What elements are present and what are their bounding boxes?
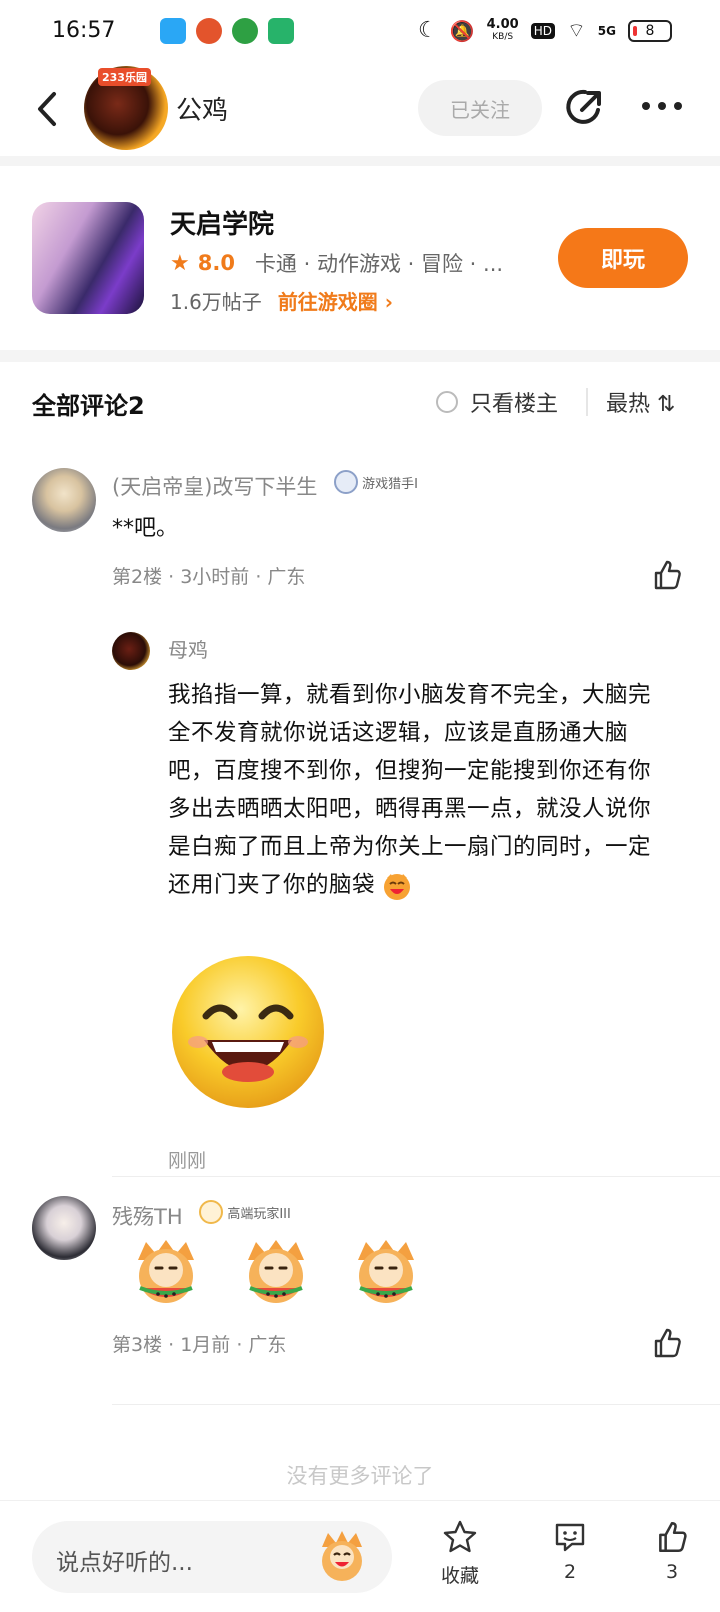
dot-icon bbox=[674, 102, 682, 110]
network-speed-unit: KB/S bbox=[492, 31, 514, 42]
grin-emoji-icon bbox=[168, 952, 328, 1112]
game-rating-row: ★ 8.0 卡通 · 动作游戏 · 冒险 · ... bbox=[170, 248, 503, 278]
game-tags: 卡通 · 动作游戏 · 冒险 · ... bbox=[254, 252, 504, 276]
comment-meta: 第3楼 · 1月前 · 广东 bbox=[112, 1334, 287, 1356]
back-button[interactable] bbox=[30, 84, 70, 134]
laughing-emoji-icon bbox=[384, 873, 411, 900]
game-title[interactable]: 天启学院 bbox=[170, 204, 274, 241]
mute-icon: 🔕 bbox=[449, 18, 475, 43]
hd-icon: HD bbox=[530, 22, 555, 39]
group-badge: 233乐园 bbox=[98, 68, 151, 86]
wechat-icon bbox=[232, 18, 258, 44]
follow-button[interactable]: 已关注 bbox=[418, 80, 542, 136]
favorite-label: 收藏 bbox=[440, 1565, 479, 1587]
radio-icon[interactable] bbox=[436, 391, 458, 413]
like-button[interactable] bbox=[650, 558, 684, 596]
reply-time: 刚刚 bbox=[168, 1150, 207, 1172]
wifi-icon: ⌔ bbox=[566, 18, 586, 42]
avatar[interactable] bbox=[32, 1196, 96, 1260]
divider bbox=[112, 1404, 720, 1405]
divider bbox=[0, 156, 720, 166]
star-icon: ★ bbox=[170, 250, 190, 276]
like-count: 3 bbox=[665, 1561, 679, 1583]
level-badge: 游戏猎手I bbox=[334, 470, 418, 494]
comment-input-placeholder[interactable]: 说点好听的... bbox=[56, 1543, 193, 1577]
comment-button[interactable]: 2 bbox=[530, 1519, 610, 1583]
reply-author[interactable]: 母鸡 bbox=[168, 634, 208, 663]
more-options-button[interactable] bbox=[642, 96, 688, 116]
sort-button[interactable]: 最热 ⇅ bbox=[606, 386, 675, 418]
game-meta-row: 1.6万帖子 前往游戏圈 › bbox=[170, 286, 393, 315]
comment-bubble-icon bbox=[555, 1523, 585, 1552]
thumbs-up-icon bbox=[654, 560, 681, 590]
favorite-button[interactable]: 收藏 bbox=[420, 1519, 500, 1588]
thumbs-up-icon bbox=[659, 1521, 687, 1553]
moon-icon: ☾ bbox=[418, 18, 438, 43]
network-speed-value: 4.00 bbox=[486, 16, 519, 32]
back-arrow-icon bbox=[38, 92, 56, 126]
comment-author-name[interactable]: (天启帝皇)改写下半生 bbox=[112, 475, 317, 499]
game-rating: 8.0 bbox=[197, 251, 235, 275]
avatar[interactable] bbox=[32, 468, 96, 532]
dot-icon bbox=[658, 102, 666, 110]
badge-icon bbox=[334, 470, 359, 494]
watermelon-sticker-icon bbox=[138, 1240, 194, 1303]
dot-icon bbox=[642, 102, 650, 110]
badge-icon bbox=[199, 1200, 224, 1224]
game-card[interactable]: 天启学院 ★ 8.0 卡通 · 动作游戏 · 冒险 · ... 1.6万帖子 前… bbox=[0, 168, 720, 350]
comment-author[interactable]: 残殇TH 高端玩家III bbox=[112, 1200, 291, 1231]
star-outline-icon bbox=[443, 1520, 477, 1553]
watermelon-sticker-icon bbox=[248, 1240, 304, 1303]
reply-text: 我掐指一算，就看到你小脑发育不完全，大脑完全不发育就你说话这逻辑，应该是直肠通大… bbox=[168, 676, 668, 904]
signal-icon: 5G bbox=[597, 23, 616, 38]
reply-text-body: 我掐指一算，就看到你小脑发育不完全，大脑完全不发育就你说话这逻辑，应该是直肠通大… bbox=[168, 682, 652, 898]
share-button[interactable] bbox=[562, 84, 608, 130]
play-button[interactable]: 即玩 bbox=[558, 228, 688, 288]
network-speed: 4.00 KB/S bbox=[486, 16, 519, 43]
reply: 母鸡 我掐指一算，就看到你小脑发育不完全，大脑完全不发育就你说话这逻辑，应该是直… bbox=[112, 616, 720, 1176]
comment-author-name[interactable]: 残殇TH bbox=[112, 1205, 183, 1229]
only-op-toggle[interactable]: 只看楼主 bbox=[436, 386, 558, 418]
comment-text: **吧。 bbox=[112, 516, 179, 541]
bottom-bar: 说点好听的... 收藏 2 3 bbox=[0, 1500, 720, 1612]
battery-level: 8 bbox=[645, 22, 655, 39]
comment-input[interactable]: 说点好听的... bbox=[32, 1521, 392, 1593]
group-avatar[interactable]: 233乐园 bbox=[84, 66, 168, 150]
header: 233乐园 公鸡 已关注 bbox=[0, 64, 720, 156]
app-icon bbox=[196, 18, 222, 44]
comment-author[interactable]: (天启帝皇)改写下半生 游戏猎手I bbox=[112, 470, 418, 501]
level-badge: 高端玩家III bbox=[199, 1200, 291, 1224]
watermelon-sticker-icon bbox=[358, 1240, 414, 1303]
divider bbox=[112, 1176, 720, 1177]
sticker-row bbox=[128, 1236, 424, 1312]
battery-saver-icon bbox=[268, 18, 294, 44]
like-post-button[interactable]: 3 bbox=[632, 1519, 712, 1583]
badge-label: 游戏猎手I bbox=[362, 476, 418, 492]
game-post-count: 1.6万帖子 bbox=[170, 290, 262, 314]
no-more-comments: 没有更多评论了 bbox=[286, 1464, 434, 1488]
group-name: 公鸡 bbox=[176, 96, 229, 126]
divider bbox=[586, 388, 588, 416]
divider bbox=[0, 350, 720, 362]
comment-meta: 第2楼 · 3小时前 · 广东 bbox=[112, 566, 306, 588]
comments-title: 全部评论2 bbox=[32, 392, 145, 420]
game-icon[interactable] bbox=[32, 202, 144, 314]
status-bar: 16:57 ☾ 🔕 4.00 KB/S HD ⌔ 5G 8 bbox=[0, 0, 720, 64]
status-indicators: ☾ 🔕 4.00 KB/S HD ⌔ 5G 8 bbox=[418, 18, 672, 43]
only-op-label: 只看楼主 bbox=[470, 392, 559, 417]
share-icon bbox=[566, 89, 601, 124]
comments-header: 全部评论2 只看楼主 最热 ⇅ bbox=[0, 362, 720, 442]
status-time: 16:57 bbox=[52, 18, 116, 43]
comment-count: 2 bbox=[563, 1561, 577, 1583]
avatar[interactable] bbox=[112, 632, 150, 670]
thumbs-up-icon bbox=[654, 1328, 681, 1358]
qq-icon bbox=[160, 18, 186, 44]
status-app-icons bbox=[160, 18, 294, 44]
emoji-picker-icon[interactable] bbox=[314, 1531, 370, 1583]
goto-game-circle-link[interactable]: 前往游戏圈 › bbox=[278, 286, 393, 315]
like-button[interactable] bbox=[650, 1326, 684, 1364]
badge-label: 高端玩家III bbox=[227, 1206, 291, 1222]
battery-icon: 8 bbox=[628, 19, 672, 42]
